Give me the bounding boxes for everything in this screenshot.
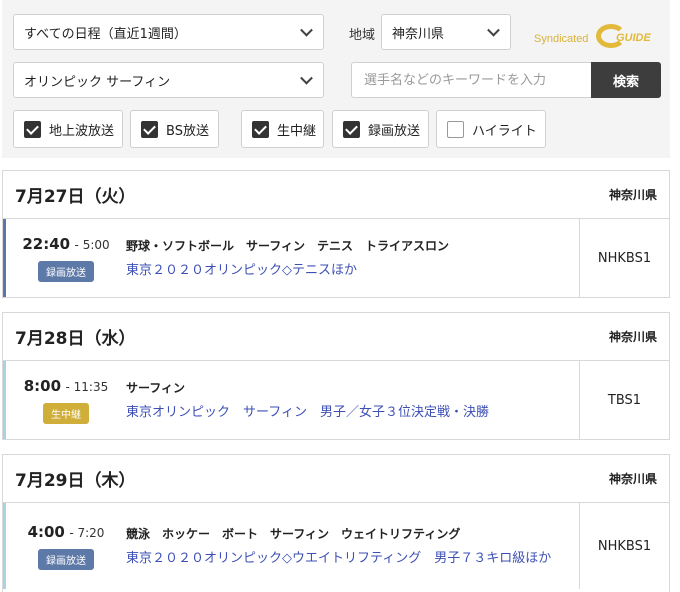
program-info: 競泳 ホッケー ボート サーフィン ウェイトリフティング 東京２０２０オリンピッ… (126, 503, 579, 589)
region-label: 地域 (349, 28, 376, 43)
end-time: - 5:00 (74, 237, 110, 252)
period-select-value: すべての日程（直近1週間） (24, 26, 187, 42)
program-row[interactable]: 8:00 - 11:35 生中継 サーフィン 東京オリンピック サーフィン 男子… (3, 361, 669, 439)
day-region: 神奈川県 (608, 472, 657, 486)
day-header: 7月28日（水） 神奈川県 (3, 313, 669, 361)
checkbox-label: BS放送 (166, 123, 209, 139)
checkbox-label: 生中継 (277, 123, 317, 139)
chevron-down-icon (300, 23, 313, 37)
checkbox-label: 地上波放送 (49, 123, 115, 139)
channel-cell: NHKBS1 (579, 503, 669, 589)
checkbox-checked-icon (252, 120, 269, 138)
end-time: - 11:35 (65, 379, 109, 394)
start-time: 22:40 (22, 234, 71, 253)
checkbox-highlight[interactable]: ハイライト (436, 110, 546, 148)
checkbox-live[interactable]: 生中継 (241, 110, 324, 148)
program-row[interactable]: 4:00 - 7:20 録画放送 競泳 ホッケー ボート サーフィン ウェイトリ… (3, 503, 669, 589)
program-genre: サーフィン (126, 380, 186, 395)
channel-cell: NHKBS1 (579, 219, 669, 297)
day-header: 7月29日（木） 神奈川県 (3, 455, 669, 503)
checkbox-checked-icon (343, 120, 360, 138)
channel-cell: TBS1 (579, 361, 669, 439)
checkbox-bs[interactable]: BS放送 (130, 110, 219, 148)
broadcast-type-badge: 録画放送 (38, 260, 94, 282)
broadcast-type-badge: 生中継 (43, 402, 89, 424)
checkbox-unchecked-icon (447, 120, 464, 138)
start-time: 8:00 (23, 376, 62, 395)
day-region: 神奈川県 (608, 188, 657, 202)
program-select[interactable]: オリンピック サーフィン (13, 62, 324, 98)
keyword-search-input[interactable] (351, 62, 592, 98)
time-cell: 4:00 - 7:20 録画放送 (6, 503, 126, 589)
day-title: 7月27日（火） (15, 187, 136, 207)
checkbox-recorded[interactable]: 録画放送 (332, 110, 429, 148)
filter-panel: すべての日程（直近1週間） 地域 神奈川県 Syndicated GUIDE オ… (2, 0, 670, 158)
program-select-value: オリンピック サーフィン (24, 74, 171, 90)
program-info: 野球・ソフトボール サーフィン テニス トライアスロン 東京２０２０オリンピック… (126, 219, 579, 297)
time-cell: 8:00 - 11:35 生中継 (6, 361, 126, 439)
checkbox-label: 録画放送 (368, 123, 421, 139)
region-select[interactable]: 神奈川県 (381, 14, 511, 50)
start-time: 4:00 (27, 522, 65, 541)
day-section: 7月29日（木） 神奈川県 4:00 - 7:20 録画放送 競泳 ホッケー ボ… (2, 454, 670, 592)
program-title-link[interactable]: 東京２０２０オリンピック◇ウエイトリフティング 男子７３キロ級ほか (126, 549, 571, 568)
region-select-value: 神奈川県 (392, 26, 445, 42)
program-genre: 競泳 ホッケー ボート サーフィン ウェイトリフティング (126, 526, 461, 541)
day-header: 7月27日（火） 神奈川県 (3, 171, 669, 219)
day-section: 7月28日（水） 神奈川県 8:00 - 11:35 生中継 サーフィン 東京オ… (2, 312, 670, 440)
end-time: - 7:20 (69, 525, 105, 540)
broadcast-type-badge: 録画放送 (38, 548, 94, 570)
syndicated-guide-logo: Syndicated GUIDE (534, 20, 662, 54)
program-row[interactable]: 22:40 - 5:00 録画放送 野球・ソフトボール サーフィン テニス トラ… (3, 219, 669, 297)
search-button[interactable]: 検索 (591, 62, 661, 98)
chevron-down-icon (300, 71, 313, 85)
logo-mark: GUIDE (616, 32, 651, 44)
time-cell: 22:40 - 5:00 録画放送 (6, 219, 126, 297)
checkbox-checked-icon (24, 120, 41, 138)
checkbox-checked-icon (141, 120, 158, 138)
chevron-down-icon (487, 23, 500, 37)
program-info: サーフィン 東京オリンピック サーフィン 男子／女子３位決定戦・決勝 (126, 361, 579, 439)
logo-text: Syndicated (534, 33, 589, 45)
day-section: 7月27日（火） 神奈川県 22:40 - 5:00 録画放送 野球・ソフトボー… (2, 170, 670, 298)
day-title: 7月29日（木） (15, 471, 136, 491)
period-select[interactable]: すべての日程（直近1週間） (13, 14, 324, 50)
program-genre: 野球・ソフトボール サーフィン テニス トライアスロン (126, 238, 450, 253)
checkbox-label: ハイライト (472, 123, 537, 139)
checkbox-terrestrial[interactable]: 地上波放送 (13, 110, 123, 148)
program-title-link[interactable]: 東京オリンピック サーフィン 男子／女子３位決定戦・決勝 (126, 403, 571, 422)
program-title-link[interactable]: 東京２０２０オリンピック◇テニスほか (126, 261, 571, 280)
day-title: 7月28日（水） (15, 329, 136, 349)
day-region: 神奈川県 (608, 330, 657, 344)
